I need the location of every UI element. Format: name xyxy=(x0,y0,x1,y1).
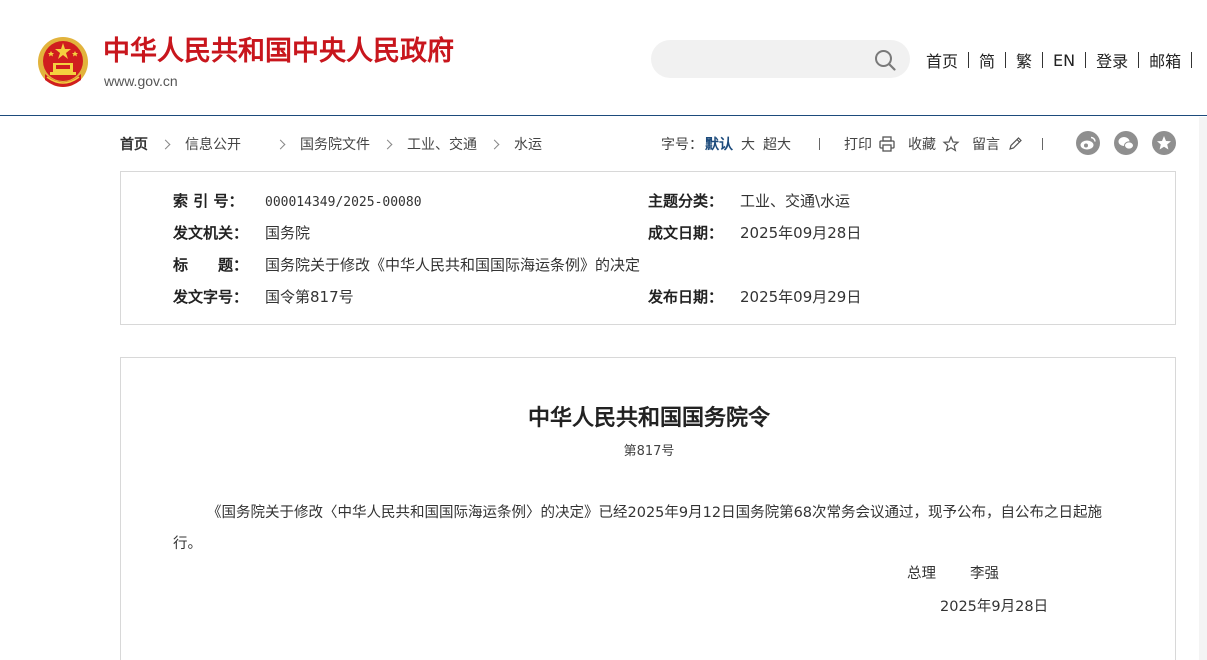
nav-mail[interactable]: 邮箱 xyxy=(1149,48,1181,72)
meta-label: 成文日期： xyxy=(648,224,724,242)
comment-label: 留言 xyxy=(972,137,1000,153)
document-number: 第817号 xyxy=(623,444,675,459)
nav-simplified[interactable]: 简 xyxy=(979,48,995,72)
meta-written-date: 成文日期： 2025年09月28日 xyxy=(648,222,861,244)
meta-label: 发文机关： xyxy=(173,224,249,242)
national-emblem-icon[interactable] xyxy=(37,34,89,90)
meta-label: 发布日期： xyxy=(648,288,724,306)
document-content: 中华人民共和国国务院令 第817号 《国务院关于修改〈中华人民共和国国际海运条例… xyxy=(120,357,1176,660)
pencil-icon xyxy=(1009,137,1022,150)
meta-value: 000014349/2025-00080 xyxy=(265,195,422,210)
nav-divider xyxy=(1138,52,1140,68)
font-size-large[interactable]: 大 xyxy=(741,134,755,154)
meta-value: 工业、交通\水运 xyxy=(740,192,851,210)
font-size-label: 字号： xyxy=(661,137,703,153)
breadcrumb-industry-transport[interactable]: 工业、交通 xyxy=(407,134,477,154)
wechat-icon xyxy=(1118,137,1134,150)
font-size-xlarge[interactable]: 超大 xyxy=(763,134,791,154)
nav-divider xyxy=(968,52,970,68)
meta-value: 2025年09月28日 xyxy=(740,224,862,242)
top-nav: 首页 简 繁 EN 登录 邮箱 xyxy=(926,48,1202,72)
breadcrumb-water-transport[interactable]: 水运 xyxy=(514,134,542,154)
signature-date: 2025年9月28日 xyxy=(940,599,1049,615)
meta-label: 标 题： xyxy=(173,256,249,274)
meta-value: 2025年09月29日 xyxy=(740,288,862,306)
meta-value: 国务院关于修改《中华人民共和国国际海运条例》的决定 xyxy=(265,256,641,274)
site-header: 中华人民共和国中央人民政府 www.gov.cn 首页 简 繁 EN 登录 邮箱 xyxy=(0,0,1207,116)
signatory-title: 总理 xyxy=(907,566,936,582)
breadcrumb-state-council-docs[interactable]: 国务院文件 xyxy=(300,134,370,154)
document-title: 中华人民共和国国务院令 xyxy=(527,405,770,431)
favorite-button[interactable]: 收藏 xyxy=(908,134,960,154)
favorite-label: 收藏 xyxy=(908,137,936,153)
share-weibo-button[interactable] xyxy=(1076,131,1100,155)
share-wechat-button[interactable] xyxy=(1114,131,1138,155)
nav-divider xyxy=(1191,52,1193,68)
breadcrumb: 首页 信息公开 国务院文件 工业、交通 水运 xyxy=(120,133,542,155)
print-button[interactable]: 打印 xyxy=(844,134,896,154)
chevron-right-icon xyxy=(275,139,286,149)
breadcrumb-home[interactable]: 首页 xyxy=(120,134,148,154)
nav-home[interactable]: 首页 xyxy=(926,48,958,72)
site-url[interactable]: www.gov.cn xyxy=(104,72,178,90)
meta-label: 主题分类： xyxy=(648,192,724,210)
meta-title: 标 题： 国务院关于修改《中华人民共和国国际海运条例》的决定 xyxy=(173,254,640,276)
breadcrumb-info-public[interactable]: 信息公开 xyxy=(185,134,241,154)
meta-index-no: 索 引 号： 000014349/2025-00080 xyxy=(173,190,422,212)
star-icon xyxy=(942,135,960,152)
document-body: 《国务院关于修改〈中华人民共和国国际海运条例〉的决定》已经2025年9月12日国… xyxy=(173,505,1103,552)
chevron-right-icon xyxy=(160,139,171,149)
signatory-name: 李强 xyxy=(970,566,999,582)
printer-icon xyxy=(879,136,895,152)
comment-button[interactable]: 留言 xyxy=(972,134,1024,154)
star-icon xyxy=(1157,136,1171,150)
search-box[interactable] xyxy=(651,40,910,78)
search-input[interactable] xyxy=(665,47,865,71)
nav-login[interactable]: 登录 xyxy=(1096,48,1128,72)
document-meta-panel: 索 引 号： 000014349/2025-00080 主题分类： 工业、交通\水运… xyxy=(120,171,1176,325)
meta-doc-no: 发文字号： 国令第817号 xyxy=(173,286,354,308)
share-favorite-button[interactable] xyxy=(1152,131,1176,155)
meta-publish-date: 发布日期： 2025年09月29日 xyxy=(648,286,861,308)
meta-value: 国务院 xyxy=(265,224,311,242)
meta-issuer: 发文机关： 国务院 xyxy=(173,222,310,244)
site-name[interactable]: 中华人民共和国中央人民政府 xyxy=(103,36,454,68)
article-tools: 字号： 默认 大 超大 打印 收藏 留言 xyxy=(661,133,1043,155)
weibo-icon xyxy=(1080,136,1096,150)
chevron-right-icon xyxy=(382,139,393,149)
nav-divider xyxy=(1042,52,1044,68)
tools-divider xyxy=(1042,138,1043,150)
nav-traditional[interactable]: 繁 xyxy=(1016,48,1032,72)
font-size-default[interactable]: 默认 xyxy=(705,134,733,154)
search-icon[interactable] xyxy=(873,48,897,72)
nav-divider xyxy=(1005,52,1007,68)
nav-divider xyxy=(1085,52,1087,68)
meta-label: 索 引 号： xyxy=(173,192,244,210)
tools-divider xyxy=(819,138,820,150)
meta-label: 发文字号： xyxy=(173,288,249,306)
page-scrollbar[interactable] xyxy=(1199,117,1207,660)
chevron-right-icon xyxy=(489,139,500,149)
meta-value: 国令第817号 xyxy=(265,288,354,306)
nav-english[interactable]: EN xyxy=(1053,51,1075,70)
print-label: 打印 xyxy=(844,137,872,153)
meta-topic: 主题分类： 工业、交通\水运 xyxy=(648,190,850,212)
